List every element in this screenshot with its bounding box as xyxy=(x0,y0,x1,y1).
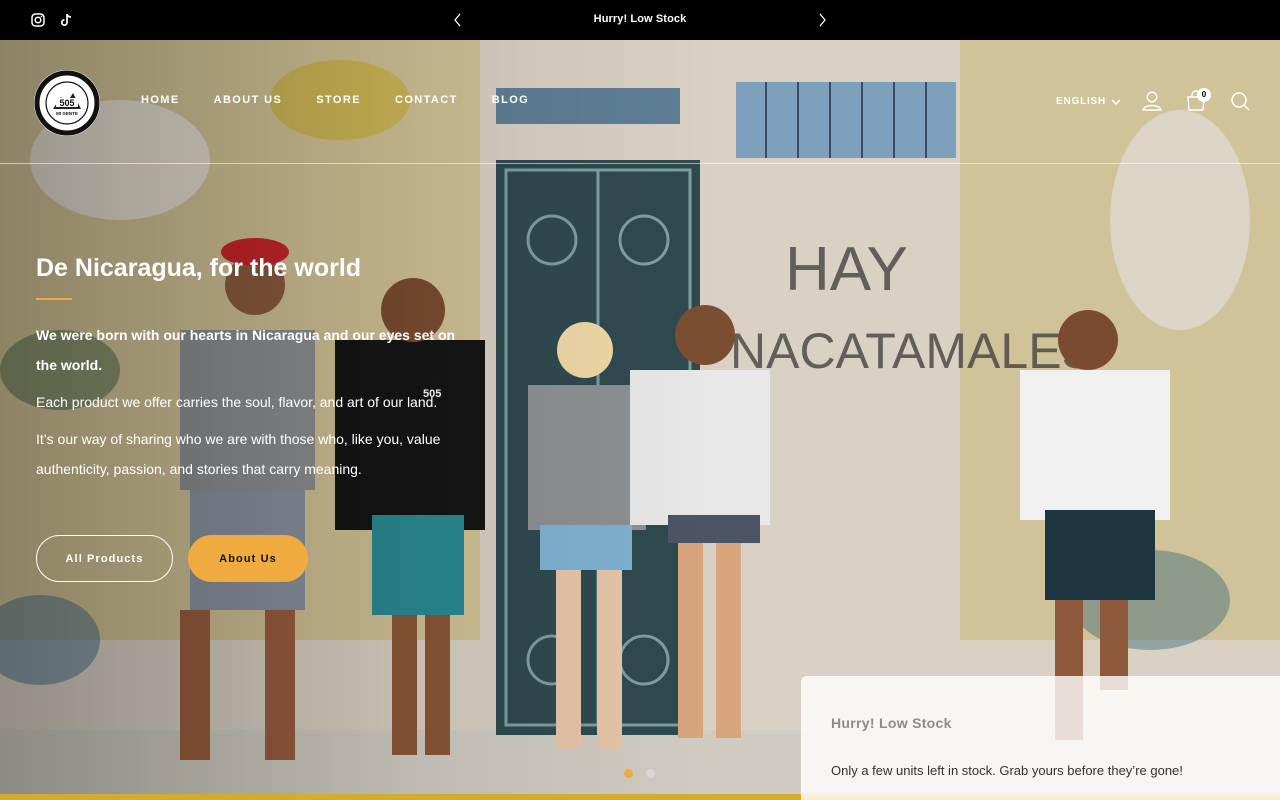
hero-section: HAY NACATAMALES 505 MI GENTE HOME ABOUT … xyxy=(0,40,1280,800)
low-stock-popup: Hurry! Low Stock Only a few units left i… xyxy=(801,676,1280,800)
hero-copy: De Nicaragua, for the world We were born… xyxy=(36,254,466,491)
announcement-bar: Hurry! Low Stock xyxy=(0,0,1280,40)
nav-contact[interactable]: CONTACT xyxy=(395,94,458,106)
language-selector[interactable]: ENGLISH xyxy=(1056,96,1121,107)
chevron-right-icon[interactable] xyxy=(814,12,830,28)
accent-divider xyxy=(36,297,72,300)
user-icon[interactable] xyxy=(1141,90,1163,112)
slide-dot-2[interactable] xyxy=(646,769,655,778)
popup-title: Hurry! Low Stock xyxy=(831,715,952,731)
announcement-text: Hurry! Low Stock xyxy=(593,13,687,25)
language-label: ENGLISH xyxy=(1056,96,1107,107)
cart-count-badge: 0 xyxy=(1197,88,1211,102)
site-header: 505 MI GENTE HOME ABOUT US STORE CONTACT… xyxy=(0,40,1280,164)
slide-dot-1[interactable] xyxy=(624,769,633,778)
nav-store[interactable]: STORE xyxy=(316,94,361,106)
nav-blog[interactable]: BLOG xyxy=(492,94,529,106)
about-us-button[interactable]: About Us xyxy=(188,535,308,582)
popup-message: Only a few units left in stock. Grab you… xyxy=(831,763,1183,778)
hero-title: De Nicaragua, for the world xyxy=(36,254,362,282)
hero-paragraph-1: Each product we offer carries the soul, … xyxy=(36,393,438,410)
all-products-button[interactable]: All Products xyxy=(36,535,173,582)
main-nav: HOME ABOUT US STORE CONTACT BLOG xyxy=(141,94,563,106)
nav-about-us[interactable]: ABOUT US xyxy=(214,94,283,106)
logo-number: 505 xyxy=(59,98,74,108)
hero-intro: We were born with our hearts in Nicaragu… xyxy=(36,326,456,373)
wall-text-hay: HAY xyxy=(785,235,908,304)
chevron-down-icon xyxy=(1111,99,1121,105)
slider-dots xyxy=(624,769,668,778)
hero-paragraph-2: It’s our way of sharing who we are with … xyxy=(36,430,441,477)
logo[interactable]: 505 MI GENTE xyxy=(33,69,101,137)
nav-home[interactable]: HOME xyxy=(141,94,180,106)
logo-sub: MI GENTE xyxy=(56,111,78,116)
search-icon[interactable] xyxy=(1229,90,1251,112)
